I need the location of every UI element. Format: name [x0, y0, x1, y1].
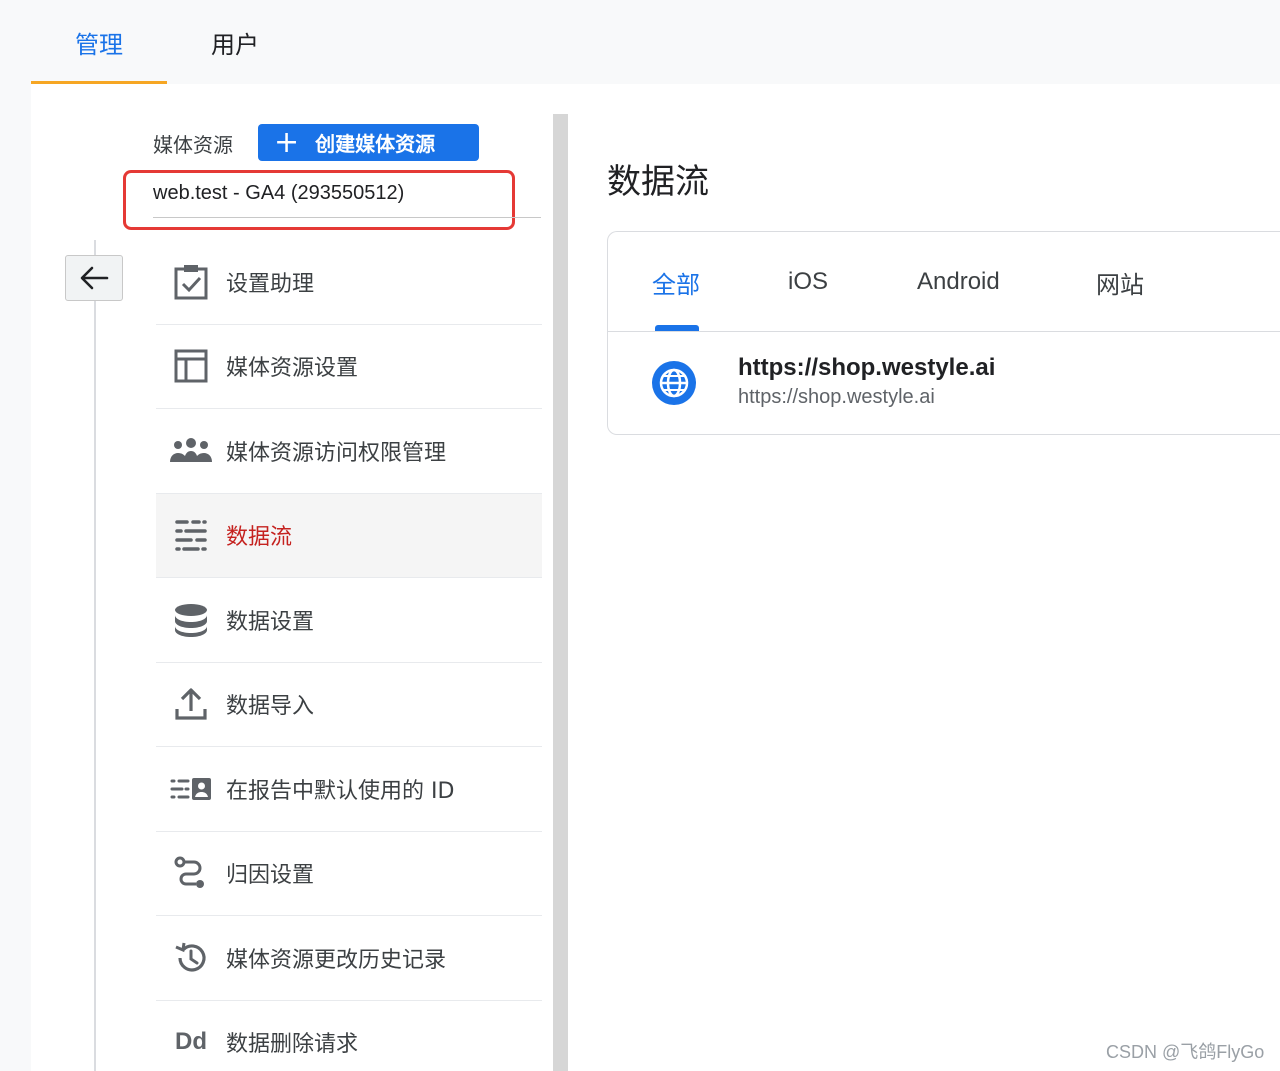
nav-item-reporting-identity[interactable]: 在报告中默认使用的 ID	[156, 747, 542, 832]
clipboard-check-icon	[174, 264, 208, 300]
active-tab-indicator	[655, 325, 699, 331]
nav-item-data-import[interactable]: 数据导入	[156, 663, 542, 747]
nav-item-label: 设置助理	[226, 271, 315, 297]
tree-line	[94, 240, 96, 1071]
nav-item-label: 媒体资源访问权限管理	[226, 440, 447, 466]
history-icon	[175, 942, 206, 972]
property-selector-underline	[153, 217, 541, 218]
data-deletion-icon: Dd	[175, 1028, 207, 1056]
globe-icon	[652, 361, 696, 405]
property-label: 媒体资源	[153, 133, 233, 157]
arrow-left-icon	[80, 266, 109, 290]
nav-item-label: 数据删除请求	[226, 1032, 359, 1058]
tab-users[interactable]: 用户	[167, 0, 303, 84]
data-streams-card: 全部 iOS Android 网站 https://shop.westyle.a…	[607, 231, 1280, 435]
data-streams-icon	[175, 520, 207, 551]
stream-filter-tabs: 全部 iOS Android 网站	[608, 232, 1280, 332]
window-layout-icon	[174, 349, 208, 383]
people-icon	[170, 437, 212, 462]
nav-item-data-streams[interactable]: 数据流	[156, 493, 542, 578]
nav-item-label: 媒体资源更改历史记录	[226, 947, 447, 973]
nav-item-label: 数据流	[226, 525, 293, 551]
upload-icon	[175, 688, 207, 720]
admin-panel: 媒体资源 + 创建媒体资源 web.test - GA4 (293550512)…	[31, 84, 1280, 1071]
stream-url: https://shop.westyle.ai	[738, 386, 935, 408]
tab-ios[interactable]: iOS	[788, 232, 828, 332]
nav-item-label: 媒体资源设置	[226, 356, 359, 382]
nav-item-label: 数据设置	[226, 609, 315, 635]
nav-item-property-settings[interactable]: 媒体资源设置	[156, 325, 542, 409]
create-property-button[interactable]: + 创建媒体资源	[258, 124, 479, 161]
back-button[interactable]	[65, 255, 123, 301]
nav-item-data-settings[interactable]: 数据设置	[156, 578, 542, 663]
top-tab-bar: 管理 用户	[0, 0, 1280, 84]
property-nav: 设置助理 媒体资源设置 媒体资源访问权限管理 数据流 数据设置 数据导入 在报告…	[156, 240, 542, 1071]
nav-item-setup-assistant[interactable]: 设置助理	[156, 240, 542, 325]
stream-row[interactable]: https://shop.westyle.ai https://shop.wes…	[608, 333, 1280, 435]
tab-android[interactable]: Android	[917, 232, 1000, 332]
reporting-identity-icon	[170, 777, 211, 800]
column-divider[interactable]	[553, 114, 568, 1071]
nav-item-attribution-settings[interactable]: 归因设置	[156, 832, 542, 916]
nav-item-label: 归因设置	[226, 863, 315, 889]
nav-item-label: 在报告中默认使用的 ID	[226, 778, 455, 804]
nav-item-change-history[interactable]: 媒体资源更改历史记录	[156, 916, 542, 1001]
nav-item-access-management[interactable]: 媒体资源访问权限管理	[156, 409, 542, 494]
database-icon	[175, 603, 207, 637]
nav-item-label: 数据导入	[226, 694, 315, 720]
watermark: CSDN @飞鸽FlyGo	[1106, 1042, 1265, 1062]
attribution-path-icon	[174, 856, 204, 889]
property-selector[interactable]: web.test - GA4 (293550512)	[153, 182, 404, 205]
tab-all[interactable]: 全部	[652, 232, 700, 332]
create-property-label: 创建媒体资源	[315, 132, 436, 156]
nav-item-data-deletion[interactable]: Dd 数据删除请求	[156, 1001, 542, 1071]
tab-admin[interactable]: 管理	[31, 0, 167, 84]
stream-title: https://shop.westyle.ai	[738, 354, 996, 381]
tab-web[interactable]: 网站	[1096, 232, 1144, 332]
plus-icon: +	[274, 124, 300, 160]
page-title: 数据流	[607, 162, 709, 202]
